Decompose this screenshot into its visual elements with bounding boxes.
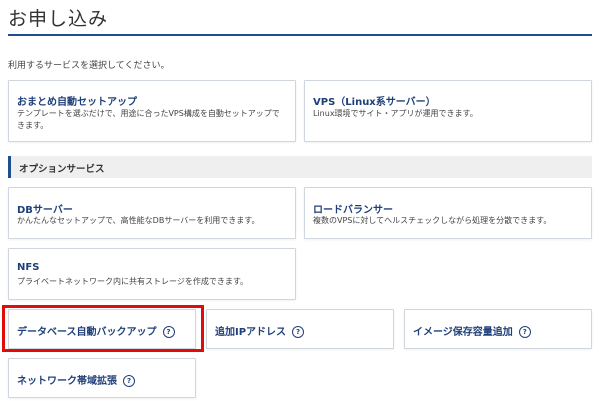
card-title: NFS <box>17 262 40 273</box>
help-icon[interactable]: ? <box>123 375 135 387</box>
help-icon[interactable]: ? <box>518 326 531 338</box>
card-description: 複数のVPSに対してヘルスチェックしながら処理を分散できます。 <box>313 216 552 225</box>
card-db-server[interactable]: DBサーバー かんたんなセットアップで、高性能なDBサーバーを利用できます。 <box>8 187 296 239</box>
card-image-storage[interactable]: イメージ保存容量追加? <box>404 309 592 349</box>
card-db-auto-backup[interactable]: データベース自動バックアップ? <box>8 309 196 349</box>
card-title-text: イメージ保存容量追加 <box>413 327 513 338</box>
card-title: 追加IPアドレス? <box>215 323 305 338</box>
card-nfs[interactable]: NFS プライベートネットワーク内に共有ストレージを作成できます。 <box>8 248 296 300</box>
card-title: イメージ保存容量追加? <box>413 323 531 338</box>
card-title-text: データベース自動バックアップ <box>17 327 157 338</box>
help-icon[interactable]: ? <box>292 326 305 338</box>
card-title: おまとめ自動セットアップ <box>17 97 137 108</box>
card-vps-linux[interactable]: VPS（Linux系サーバー） Linux環境でサイト・アプリが運用できます。 <box>304 80 592 142</box>
card-network-bandwidth[interactable]: ネットワーク帯域拡張? <box>8 358 196 398</box>
card-title-text: ネットワーク帯域拡張 <box>17 376 117 387</box>
card-title-text: 追加IPアドレス <box>215 327 287 338</box>
card-auto-setup[interactable]: おまとめ自動セットアップ テンプレートを選ぶだけで、用途に合ったVPS構成を自動… <box>8 80 296 142</box>
section-title: オプションサービス <box>19 164 105 175</box>
card-description: かんたんなセットアップで、高性能なDBサーバーを利用できます。 <box>17 216 260 225</box>
instruction-text: 利用するサービスを選択してください。 <box>8 61 170 71</box>
section-header-options: オプションサービス <box>8 156 592 178</box>
card-description: Linux環境でサイト・アプリが運用できます。 <box>313 109 478 118</box>
card-title: DBサーバー <box>17 205 73 216</box>
title-divider <box>8 34 592 36</box>
page-title: お申し込み <box>8 8 109 30</box>
card-title: VPS（Linux系サーバー） <box>313 97 436 108</box>
card-title: データベース自動バックアップ? <box>17 323 175 338</box>
card-load-balancer[interactable]: ロードバランサー 複数のVPSに対してヘルスチェックしながら処理を分散できます。 <box>304 187 592 239</box>
card-description: プライベートネットワーク内に共有ストレージを作成できます。 <box>17 277 249 286</box>
card-additional-ip[interactable]: 追加IPアドレス? <box>206 309 394 349</box>
card-title: ネットワーク帯域拡張? <box>17 372 135 387</box>
card-description: テンプレートを選ぶだけで、用途に合ったVPS構成を自動セットアップできます。 <box>17 109 280 130</box>
card-title: ロードバランサー <box>313 205 393 216</box>
help-icon[interactable]: ? <box>162 326 175 338</box>
